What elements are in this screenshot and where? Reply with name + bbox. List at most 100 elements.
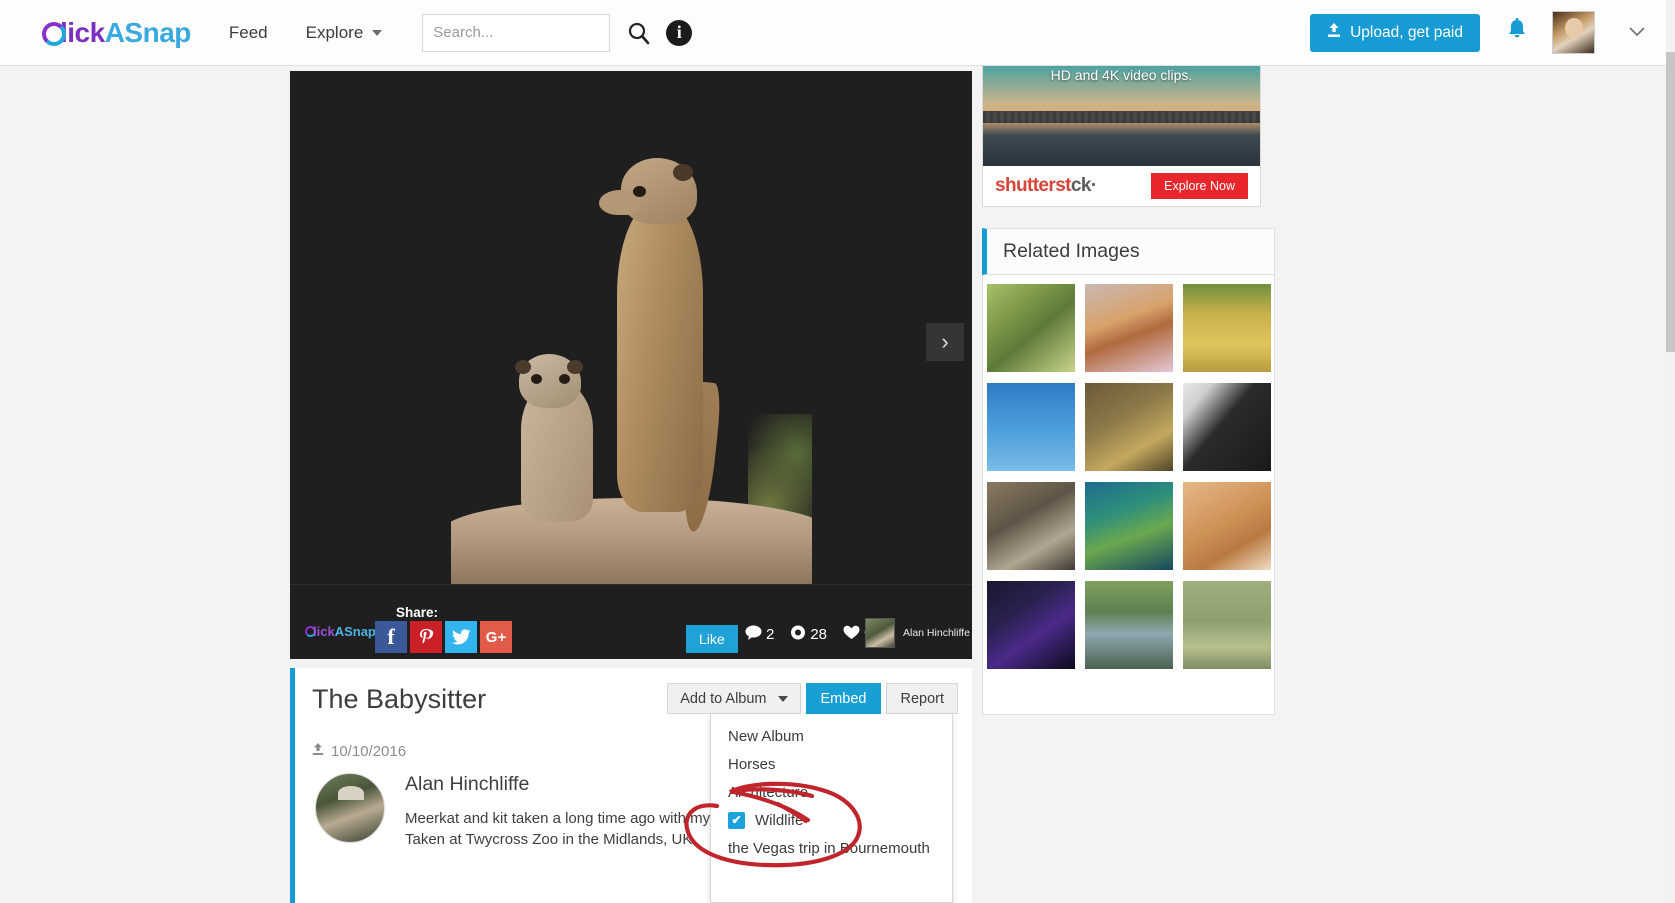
author-text-block: Alan Hinchliffe Meerkat and kit taken a … [405,773,723,850]
like-button[interactable]: Like [686,625,738,653]
photo-rock [451,498,812,584]
add-to-album-label: Add to Album [680,691,766,707]
chevron-right-icon: › [941,329,948,355]
page-title: The Babysitter [312,684,486,715]
brand-logo-link[interactable]: lickASnap [42,17,191,49]
ad-headline-line2: HD and 4K video clips. [983,66,1260,85]
pinterest-share-icon[interactable] [410,621,442,653]
thumb-chihuahua[interactable] [1085,284,1173,372]
chevron-down-icon [372,30,382,36]
photo-description-line2: Taken at Twycross Zoo in the Midlands, U… [405,829,723,850]
photo-description-line1: Meerkat and kit taken a long time ago wi… [405,808,723,829]
ad-footer: shutterstck· Explore Now [983,166,1260,206]
dropdown-item-architecture[interactable]: Architecture [711,778,952,806]
add-to-album-button[interactable]: Add to Album [667,683,800,714]
vertical-scrollbar[interactable] [1666,0,1675,903]
nav-item-explore[interactable]: Explore [306,23,383,43]
search-icon[interactable] [626,20,652,46]
dropdown-item-label: Architecture [728,784,808,801]
viewer-brand-part1: lick [313,624,335,639]
views-count: 28 [810,626,827,643]
related-images-header: Related Images [982,228,1275,275]
chevron-down-icon[interactable] [1629,24,1645,41]
meerkat-ear [673,164,693,181]
thumb-birds-field[interactable] [1183,284,1271,372]
thumb-insect-bark[interactable] [1085,383,1173,471]
shutterstock-logo: shutterstck· [995,175,1097,197]
scrollbar-thumb[interactable] [1666,52,1675,352]
search-input[interactable] [422,14,610,52]
comments-stat[interactable]: 2 [745,625,774,644]
kit-eye-left [531,374,542,384]
dropdown-item-label: New Album [728,728,804,745]
dropdown-item-label: Horses [728,756,776,773]
shutterstock-ad[interactable]: Discover millions of royalty-free HD and… [982,44,1261,207]
comments-count: 2 [766,626,774,643]
eye-icon [790,625,806,644]
clickasnap-logo-icon [42,22,66,46]
dropdown-item-vegas-trip[interactable]: the Vegas trip in Bournemouth [711,834,952,862]
dropdown-item-wildlife[interactable]: ✔ Wildlife [711,806,952,834]
author-name[interactable]: Alan Hinchliffe [405,773,723,796]
photo-share-bar: lickASnap Share: f G+ Like 2 [290,584,972,659]
chevron-down-icon [778,696,788,702]
nav-item-feed[interactable]: Feed [229,23,268,43]
dropdown-item-label: Wildlife [755,812,803,829]
upload-icon [1327,22,1341,43]
comment-icon [745,625,762,644]
bell-icon[interactable] [1506,18,1528,47]
thumb-black-cat[interactable] [987,581,1075,669]
nav-right-group: Upload, get paid [1310,11,1645,54]
shutterstock-logo-part1: shutterst [995,175,1071,196]
main-photo-meerkat[interactable] [451,82,812,584]
photo-stats: 2 28 9 [745,625,872,644]
photo-author-avatar [865,618,895,648]
facebook-share-icon[interactable]: f [375,621,407,653]
shutterstock-logo-part2: ck· [1071,175,1097,196]
thumb-ginger-cat[interactable] [1183,482,1271,570]
upload-date: 10/10/2016 [312,742,406,760]
upload-get-paid-button[interactable]: Upload, get paid [1310,14,1480,52]
thumb-peacock[interactable] [1085,482,1173,570]
brand-text-part2: ASnap [105,17,191,49]
viewer-brand-watermark: lickASnap [305,624,376,639]
photo-author-name: Alan Hinchliffe [903,627,970,639]
thumb-field-bird[interactable] [1183,581,1271,669]
next-photo-button[interactable]: › [926,323,964,361]
photo-action-buttons: Add to Album Embed Report [667,683,958,714]
upload-get-paid-label: Upload, get paid [1350,24,1463,42]
explore-now-button[interactable]: Explore Now [1151,173,1248,199]
info-icon[interactable]: i [666,20,692,46]
upload-icon [312,742,324,760]
thumb-tabby-cat[interactable] [987,482,1075,570]
photo-viewer: › lickASnap Share: f G+ Like 2 [290,71,972,659]
upload-date-text: 10/10/2016 [331,743,406,760]
thumb-swan-dark[interactable] [1183,383,1271,471]
thumb-gull-sky[interactable] [987,383,1075,471]
share-icons-group: f G+ [375,621,512,653]
dropdown-item-new-album[interactable]: New Album [711,722,952,750]
photo-stage [290,71,972,584]
thumb-geese-water[interactable] [1085,581,1173,669]
related-images-title: Related Images [1003,240,1140,263]
googleplus-share-icon[interactable]: G+ [480,621,512,653]
embed-button[interactable]: Embed [806,683,882,714]
heart-icon [843,625,860,644]
ad-skyline [983,111,1260,123]
meerkat-body [617,202,703,512]
kit-ear-right [567,360,583,374]
brand-text-part1: lick [60,17,105,49]
twitter-share-icon[interactable] [445,621,477,653]
views-stat: 28 [790,625,827,644]
thumb-lizard-branch[interactable] [987,284,1075,372]
report-button[interactable]: Report [886,683,958,714]
dropdown-item-horses[interactable]: Horses [711,750,952,778]
photo-author-link[interactable]: Alan Hinchliffe [865,618,970,648]
kit-eye-right [559,374,570,384]
avatar[interactable] [1552,11,1595,54]
viewer-brand-part2: ASnap [335,624,376,639]
author-avatar[interactable] [315,773,385,843]
dropdown-item-label: the Vegas trip in Bournemouth [728,840,930,857]
author-block: Alan Hinchliffe Meerkat and kit taken a … [315,773,723,850]
checkbox-checked-icon[interactable]: ✔ [728,812,745,829]
